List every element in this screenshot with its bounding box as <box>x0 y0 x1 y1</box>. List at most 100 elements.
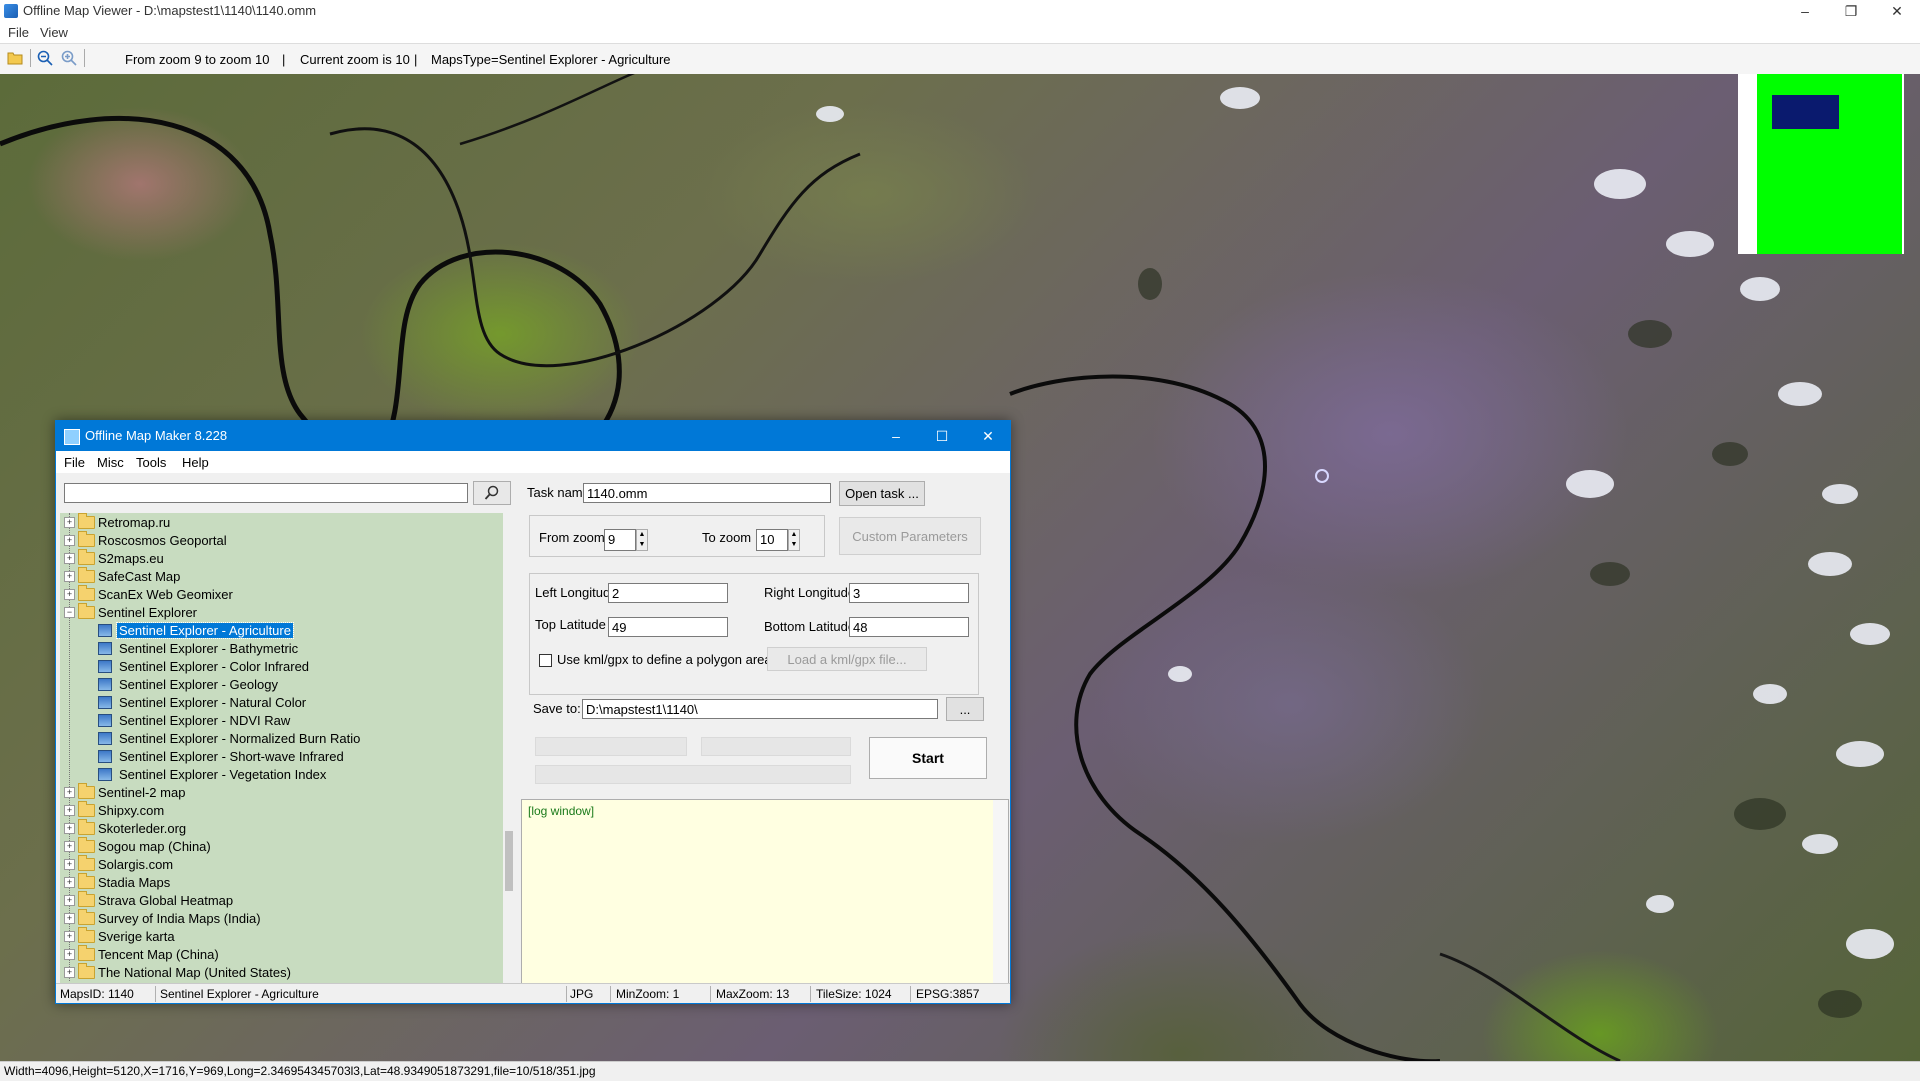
folder-open-icon[interactable] <box>6 49 24 67</box>
expand-icon[interactable]: + <box>64 841 75 852</box>
status-min-zoom: MinZoom: 1 <box>616 987 680 1001</box>
custom-parameters-button[interactable]: Custom Parameters <box>839 517 981 555</box>
tree-folder-item[interactable]: + Strava Global Heatmap <box>60 891 500 909</box>
separator: | <box>282 52 286 67</box>
tree-scrollbar[interactable] <box>503 513 515 987</box>
tree-folder-item[interactable]: + SafeCast Map <box>60 567 500 585</box>
folder-icon <box>78 963 95 979</box>
tree-folder-item[interactable]: − Sentinel Explorer <box>60 603 500 621</box>
tree-folder-item[interactable]: + Sentinel-2 map <box>60 783 500 801</box>
tree-folder-item[interactable]: + Tencent Map (China) <box>60 945 500 963</box>
log-scrollbar[interactable] <box>993 800 1008 1002</box>
tree-folder-item[interactable]: + S2maps.eu <box>60 549 500 567</box>
folder-icon <box>78 513 95 529</box>
tree-map-item[interactable]: Sentinel Explorer - Agriculture <box>60 621 500 639</box>
dialog-minimize-button[interactable]: – <box>873 421 919 451</box>
collapse-icon[interactable]: − <box>64 607 75 618</box>
zoom-out-icon[interactable] <box>36 49 54 67</box>
tree-map-item[interactable]: Sentinel Explorer - Geology <box>60 675 500 693</box>
expand-icon[interactable]: + <box>64 877 75 888</box>
expand-icon[interactable]: + <box>64 517 75 528</box>
dialog-menu-tools[interactable]: Tools <box>136 455 166 470</box>
folder-icon <box>78 873 95 889</box>
dialog-menu-help[interactable]: Help <box>182 455 209 470</box>
tree-folder-item[interactable]: + Survey of India Maps (India) <box>60 909 500 927</box>
tree-item-label: Sentinel Explorer - Vegetation Index <box>119 767 327 782</box>
tree-scrollbar-thumb[interactable] <box>505 831 513 891</box>
tree-folder-item[interactable]: + Roscosmos Geoportal <box>60 531 500 549</box>
tree-map-item[interactable]: Sentinel Explorer - Normalized Burn Rati… <box>60 729 500 747</box>
zoom-in-icon[interactable] <box>60 49 78 67</box>
tree-map-item[interactable]: Sentinel Explorer - Natural Color <box>60 693 500 711</box>
expand-icon[interactable]: + <box>64 931 75 942</box>
tree-map-item[interactable]: Sentinel Explorer - Short-wave Infrared <box>60 747 500 765</box>
tree-folder-item[interactable]: + Stadia Maps <box>60 873 500 891</box>
map-layer-icon <box>98 678 112 691</box>
kml-checkbox[interactable] <box>539 654 552 667</box>
save-to-input[interactable]: D:\mapstest1\1140\ <box>582 699 938 719</box>
tree-folder-item[interactable]: + Shipxy.com <box>60 801 500 819</box>
status-divider <box>910 986 911 1002</box>
expand-icon[interactable]: + <box>64 787 75 798</box>
search-button[interactable] <box>473 481 511 505</box>
log-text: [log window] <box>528 804 595 818</box>
dialog-statusbar: MapsID: 1140 Sentinel Explorer - Agricul… <box>56 983 1010 1003</box>
expand-icon[interactable]: + <box>64 571 75 582</box>
expand-icon[interactable]: + <box>64 805 75 816</box>
tree-folder-item[interactable]: + The National Map (United States) <box>60 963 500 981</box>
toolbar: From zoom 9 to zoom 10 | Current zoom is… <box>0 43 1920 75</box>
dialog-menu-file[interactable]: File <box>64 455 85 470</box>
minimize-button[interactable]: – <box>1782 0 1828 22</box>
tree-folder-item[interactable]: + Sverige karta <box>60 927 500 945</box>
dialog-maximize-button[interactable]: ☐ <box>919 421 965 451</box>
dialog-close-button[interactable]: ✕ <box>965 421 1011 451</box>
start-button[interactable]: Start <box>869 737 987 779</box>
task-name-input[interactable]: 1140.omm <box>583 483 831 503</box>
expand-icon[interactable]: + <box>64 949 75 960</box>
load-kml-button[interactable]: Load a kml/gpx file... <box>767 647 927 671</box>
to-zoom-spinner[interactable]: ▲ ▼ <box>788 529 800 551</box>
expand-icon[interactable]: + <box>64 535 75 546</box>
tree-item-label: Stadia Maps <box>98 875 171 890</box>
expand-icon[interactable]: + <box>64 913 75 924</box>
tree-folder-item[interactable]: + Solargis.com <box>60 855 500 873</box>
tree-folder-item[interactable]: + ScanEx Web Geomixer <box>60 585 500 603</box>
close-button[interactable]: ✕ <box>1874 0 1920 22</box>
browse-button[interactable]: ... <box>946 697 984 721</box>
tree-map-item[interactable]: Sentinel Explorer - Color Infrared <box>60 657 500 675</box>
tree-map-item[interactable]: Sentinel Explorer - Bathymetric <box>60 639 500 657</box>
bottom-latitude-label: Bottom Latitude <box>764 619 856 634</box>
expand-icon[interactable]: + <box>64 589 75 600</box>
tree-folder-item[interactable]: + Sogou map (China) <box>60 837 500 855</box>
expand-icon[interactable]: + <box>64 967 75 978</box>
right-longitude-input[interactable]: 3 <box>849 583 969 603</box>
expand-icon[interactable]: + <box>64 823 75 834</box>
top-latitude-input[interactable]: 49 <box>608 617 728 637</box>
to-zoom-input[interactable]: 10 <box>756 529 788 551</box>
open-task-button[interactable]: Open task ... <box>839 481 925 506</box>
expand-icon[interactable]: + <box>64 895 75 906</box>
menu-view[interactable]: View <box>40 25 68 40</box>
left-longitude-input[interactable]: 2 <box>608 583 728 603</box>
bottom-latitude-input[interactable]: 48 <box>849 617 969 637</box>
expand-icon[interactable]: + <box>64 859 75 870</box>
tree-item-label: Sentinel Explorer - Color Infrared <box>119 659 310 674</box>
from-zoom-spinner[interactable]: ▲ ▼ <box>636 529 648 551</box>
tree-map-item[interactable]: Sentinel Explorer - Vegetation Index <box>60 765 500 783</box>
search-input[interactable] <box>64 483 468 503</box>
menu-file[interactable]: File <box>8 25 29 40</box>
dialog-menu-misc[interactable]: Misc <box>97 455 124 470</box>
expand-icon[interactable]: + <box>64 553 75 564</box>
maximize-button[interactable]: ❐ <box>1828 0 1874 22</box>
tree-item-label: Sentinel Explorer - Natural Color <box>119 695 307 710</box>
tree-folder-item[interactable]: + Retromap.ru <box>60 513 500 531</box>
viewer-statusbar: Width=4096,Height=5120,X=1716,Y=969,Long… <box>0 1061 1920 1081</box>
tree-map-item[interactable]: Sentinel Explorer - NDVI Raw <box>60 711 500 729</box>
folder-icon <box>78 909 95 925</box>
map-source-tree[interactable]: + Retromap.ru + Roscosmos Geoportal + S2maps.… <box>60 513 503 987</box>
minimap-viewport[interactable] <box>1772 95 1839 129</box>
log-window[interactable]: [log window] <box>521 799 1009 1003</box>
tree-folder-item[interactable]: + Skoterleder.org <box>60 819 500 837</box>
from-zoom-input[interactable]: 9 <box>604 529 636 551</box>
progress-bar-1 <box>535 737 687 756</box>
